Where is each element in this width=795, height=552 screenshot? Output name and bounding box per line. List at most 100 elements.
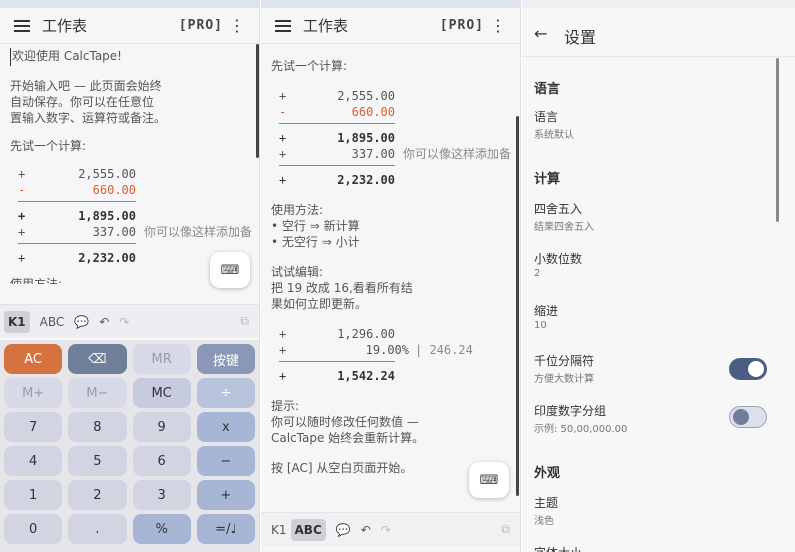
setting-language-label[interactable]: 语言 <box>534 108 558 125</box>
scrollbar[interactable] <box>516 116 519 496</box>
worksheet-panel-left: 工作表 [PRO] ⋮ 欢迎使用 CalcTape! 开始输入吧 — 此页面会始… <box>0 0 260 552</box>
intro-line-1: 开始输入吧 — 此页面会始终 <box>10 79 162 93</box>
keyboard-hide-icon: ⌨ <box>220 262 240 278</box>
comment-icon[interactable]: 💬 <box>336 523 351 537</box>
subtotal-rule <box>279 123 395 124</box>
setting-indent-label[interactable]: 缩进 <box>534 302 558 319</box>
setting-decimals-label[interactable]: 小数位数 <box>534 250 582 267</box>
copy-icon[interactable]: ⧉ <box>240 314 249 329</box>
setting-rounding-label[interactable]: 四舍五入 <box>534 200 582 217</box>
status-bar <box>261 0 520 8</box>
setting-decimals-value: 2 <box>534 268 541 279</box>
key-minus[interactable]: − <box>196 446 255 476</box>
tape-document[interactable]: 先试一个计算: +2,555.00 -660.00 +1,895.00 +337… <box>271 58 516 476</box>
calc-line: +1,895.00 <box>279 131 395 145</box>
key-0[interactable]: 0 <box>4 514 63 544</box>
thousands-separator-toggle[interactable] <box>729 358 767 380</box>
key-multiply[interactable]: x <box>196 412 255 442</box>
collapse-keyboard-button[interactable]: ⌨ <box>210 252 250 288</box>
key-decimal[interactable]: . <box>68 514 127 544</box>
calc-line: +2,555.00 <box>279 89 395 103</box>
scrollbar[interactable] <box>256 44 259 158</box>
page-title: 工作表 <box>42 17 88 35</box>
welcome-text: 欢迎使用 CalcTape! <box>10 48 255 66</box>
intro-line-2: 自动保存。你可以在任意位 <box>10 95 155 109</box>
setting-thousands-value: 方便大数计算 <box>534 374 594 385</box>
key-mr[interactable]: MR <box>132 344 191 374</box>
setting-thousands-label[interactable]: 千位分隔符 <box>534 352 594 369</box>
calc-line: +2,555.00 <box>18 167 136 181</box>
key-7[interactable]: 7 <box>4 412 63 442</box>
key-3[interactable]: 3 <box>132 480 191 510</box>
subtotal-rule <box>279 165 395 166</box>
k1-toggle[interactable]: K1 <box>4 310 30 333</box>
edit-line-1: 把 19 改成 16,看看所有结 <box>271 281 413 295</box>
usage-line-2: • 无空行 ⇒ 小计 <box>271 235 360 249</box>
k1-toggle[interactable]: K1 <box>271 523 287 537</box>
undo-icon[interactable]: ↶ <box>99 315 109 329</box>
key-5[interactable]: 5 <box>68 446 127 476</box>
back-arrow-icon[interactable]: ← <box>534 24 547 43</box>
redo-icon[interactable]: ↷ <box>381 523 391 537</box>
calc-line: +1,895.00 <box>18 209 136 223</box>
key-settings[interactable]: 按键 <box>196 344 255 374</box>
more-options-icon[interactable]: ⋮ <box>490 16 506 35</box>
key-8[interactable]: 8 <box>68 412 127 442</box>
calc-line: +1,542.24 <box>279 369 395 383</box>
worksheet-panel-middle: 工作表 [PRO] ⋮ 先试一个计算: +2,555.00 -660.00 +1… <box>261 0 521 552</box>
settings-scrollbar[interactable] <box>776 58 779 222</box>
setting-fontsize-label[interactable]: 字体大小 <box>534 544 582 552</box>
setting-indian-value: 示例: 50,00,000.00 <box>534 424 628 435</box>
setting-indent-value: 10 <box>534 320 547 331</box>
menu-icon[interactable] <box>275 19 291 32</box>
calc-line: +19.00% | 246.24 <box>279 343 473 357</box>
undo-icon[interactable]: ↶ <box>361 523 371 537</box>
keyboard-toolbar: K1 ABC 💬 ↶ ↷ ⧉ <box>261 512 520 546</box>
key-percent[interactable]: % <box>132 514 191 544</box>
key-9[interactable]: 9 <box>132 412 191 442</box>
comment-icon[interactable]: 💬 <box>74 315 89 329</box>
abc-toggle[interactable]: ABC <box>40 315 65 329</box>
key-equals[interactable]: =/♩ <box>196 514 255 544</box>
setting-language-value: 系统默认 <box>534 130 574 141</box>
key-ac[interactable]: AC <box>4 344 63 374</box>
comment-note: 你可以像这样添加备 <box>403 147 512 161</box>
try-heading: 先试一个计算: <box>10 139 87 153</box>
calc-line: +337.00 你可以像这样添加备 <box>18 225 253 239</box>
key-mc[interactable]: MC <box>132 378 191 408</box>
subtotal-rule <box>18 243 136 244</box>
subtotal-rule <box>18 201 136 202</box>
section-calculation: 计算 <box>534 172 561 187</box>
edit-line-2: 果如何立即更新。 <box>271 297 368 311</box>
status-bar <box>0 0 259 8</box>
keyboard-hide-icon: ⌨ <box>479 472 499 488</box>
usage-heading: 使用方法: <box>271 203 324 217</box>
indian-grouping-toggle[interactable] <box>729 406 767 428</box>
key-6[interactable]: 6 <box>132 446 191 476</box>
setting-theme-label[interactable]: 主题 <box>534 494 558 511</box>
setting-indian-label[interactable]: 印度数字分组 <box>534 402 606 419</box>
collapse-keyboard-button[interactable]: ⌨ <box>469 462 509 498</box>
calc-line: +2,232.00 <box>279 173 395 187</box>
copy-icon[interactable]: ⧉ <box>501 522 510 537</box>
key-m-plus[interactable]: M+ <box>4 378 63 408</box>
key-m-minus[interactable]: M− <box>68 378 127 408</box>
calc-line: +1,296.00 <box>279 327 395 341</box>
status-bar <box>522 0 795 8</box>
key-backspace[interactable]: ⌫ <box>68 344 127 374</box>
more-options-icon[interactable]: ⋮ <box>229 16 245 35</box>
pro-badge[interactable]: [PRO] <box>440 18 484 33</box>
redo-icon[interactable]: ↷ <box>119 315 129 329</box>
top-app-bar: 工作表 [PRO] ⋮ <box>0 8 259 44</box>
key-1[interactable]: 1 <box>4 480 63 510</box>
key-2[interactable]: 2 <box>68 480 127 510</box>
menu-icon[interactable] <box>14 19 30 32</box>
key-plus[interactable]: + <box>196 480 255 510</box>
key-4[interactable]: 4 <box>4 446 63 476</box>
page-title: 工作表 <box>303 17 349 35</box>
percent-result-note: | 246.24 <box>415 343 473 357</box>
key-divide[interactable]: ÷ <box>196 378 255 408</box>
abc-toggle[interactable]: ABC <box>290 518 326 541</box>
pro-badge[interactable]: [PRO] <box>179 18 223 33</box>
tape-document[interactable]: 欢迎使用 CalcTape! 开始输入吧 — 此页面会始终 自动保存。你可以在任… <box>10 48 255 284</box>
